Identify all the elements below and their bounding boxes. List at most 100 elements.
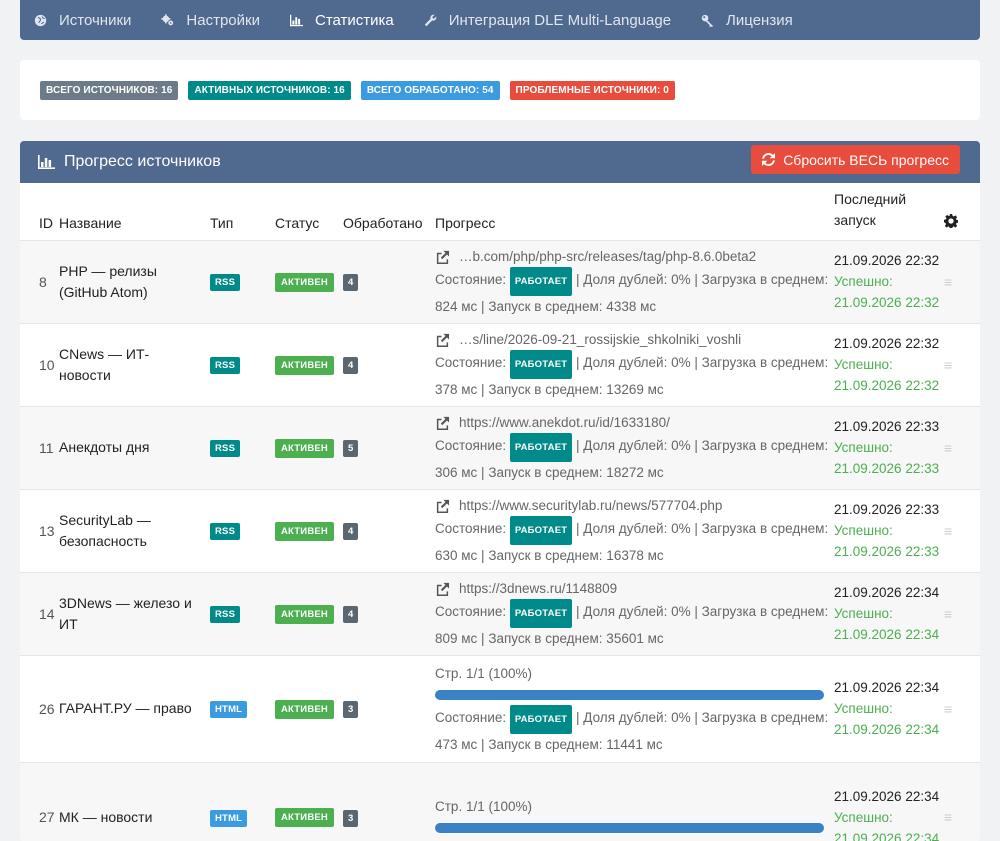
cell-name: SecurityLab — безопасность bbox=[59, 488, 210, 572]
row-handle-icon[interactable]: ≡ bbox=[944, 440, 952, 456]
row-handle-icon[interactable]: ≡ bbox=[944, 274, 952, 290]
sources-progress-panel: Прогресс источников Сбросить ВЕСЬ прогре… bbox=[20, 141, 980, 841]
state-badge: РАБОТАЕТ bbox=[509, 433, 573, 462]
nav-label: Лицензия bbox=[726, 11, 793, 29]
cell-name: ГАРАНТ.РУ — право bbox=[59, 654, 210, 762]
source-link[interactable]: https://3dnews.ru/1148809 bbox=[435, 578, 834, 599]
type-badge: RSS bbox=[210, 357, 241, 374]
source-link-text[interactable]: https://www.securitylab.ru/news/577704.p… bbox=[459, 495, 722, 516]
summary-panel: ВСЕГО ИСТОЧНИКОВ: 16 АКТИВНЫХ ИСТОЧНИКОВ… bbox=[20, 60, 980, 120]
stats-text: | Доля дублей: 0% | Загрузка в среднем: bbox=[576, 604, 829, 619]
source-link-text[interactable]: https://3dnews.ru/1148809 bbox=[459, 578, 617, 599]
gear-icon[interactable] bbox=[944, 213, 959, 231]
processed-count-badge: 4 bbox=[343, 523, 359, 540]
source-link-text[interactable]: https://www.anekdot.ru/id/1633180/ bbox=[459, 412, 670, 433]
nav-label: Интеграция DLE Multi-Language bbox=[448, 11, 672, 29]
cell-id: 14 bbox=[20, 571, 59, 655]
stats-text: | Доля дублей: 0% | Загрузка в среднем: bbox=[576, 355, 829, 370]
nav-item-statistics[interactable]: Статистика bbox=[289, 12, 394, 29]
progress-cell: …b.com/php/php-src/releases/tag/php-8.6.… bbox=[435, 246, 834, 317]
last-run-time: 21.09.2026 22:32 bbox=[834, 253, 940, 268]
cell-name: МК — новости bbox=[59, 761, 210, 841]
external-link-icon bbox=[436, 582, 450, 596]
table-row: 10 CNews — ИТ-новости RSS АКТИВЕН 4 …s/line/2… bbox=[20, 322, 980, 406]
status-badge: АКТИВЕН bbox=[275, 355, 334, 375]
status-badge: АКТИВЕН bbox=[275, 604, 334, 624]
type-badge: RSS bbox=[210, 274, 241, 291]
processed-count-badge: 3 bbox=[343, 809, 359, 827]
refresh-icon bbox=[762, 153, 776, 166]
stats-text: | Доля дублей: 0% | Загрузка в среднем: bbox=[576, 709, 829, 725]
nav-item-settings[interactable]: Настройки bbox=[161, 12, 260, 29]
last-run-time: 21.09.2026 22:33 bbox=[834, 502, 940, 517]
state-label: Состояние: bbox=[435, 709, 507, 725]
status-badge: АКТИВЕН bbox=[275, 699, 334, 719]
external-link-icon bbox=[436, 333, 450, 347]
result-status: Успешно: bbox=[834, 809, 893, 825]
result-time: 21.09.2026 22:34 bbox=[834, 722, 940, 737]
state-label: Состояние: bbox=[435, 604, 507, 619]
bar-chart-icon bbox=[289, 14, 303, 27]
col-header-status[interactable]: Статус bbox=[275, 183, 343, 240]
bar-chart-icon bbox=[38, 155, 55, 169]
stats-text: 473 мс | Запуск в среднем: 11441 мс bbox=[435, 736, 663, 752]
page-progress-text: Стр. 1/1 (100%) bbox=[435, 799, 532, 815]
reset-all-progress-button[interactable]: Сбросить ВЕСЬ прогресс bbox=[751, 145, 960, 174]
row-handle-icon[interactable]: ≡ bbox=[944, 523, 952, 539]
source-link[interactable]: https://www.anekdot.ru/id/1633180/ bbox=[435, 412, 834, 433]
reset-button-label: Сбросить ВЕСЬ прогресс bbox=[783, 151, 949, 168]
status-badge: АКТИВЕН bbox=[275, 272, 334, 292]
col-header-id[interactable]: ID bbox=[20, 183, 59, 240]
table-row: 11 Анекдоты дня RSS АКТИВЕН 5 https://www.ane… bbox=[20, 405, 980, 489]
source-link[interactable]: https://www.securitylab.ru/news/577704.p… bbox=[435, 495, 834, 516]
table-row: 13 SecurityLab — безопасность RSS АКТИВЕН 4 h… bbox=[20, 488, 980, 572]
result-time: 21.09.2026 22:34 bbox=[834, 627, 940, 642]
col-header-progress[interactable]: Прогресс bbox=[435, 183, 834, 240]
result-time: 21.09.2026 22:32 bbox=[834, 295, 940, 310]
page-progress-text: Стр. 1/1 (100%) bbox=[435, 665, 532, 681]
source-link[interactable]: …s/line/2026-09-21_rossijskie_shkolniki_… bbox=[435, 329, 834, 350]
last-run-time: 21.09.2026 22:34 bbox=[834, 788, 940, 804]
key-icon bbox=[701, 14, 714, 27]
source-link-text[interactable]: …b.com/php/php-src/releases/tag/php-8.6.… bbox=[459, 246, 756, 267]
row-handle-icon[interactable]: ≡ bbox=[944, 701, 952, 717]
type-badge: RSS bbox=[210, 440, 241, 457]
globe-icon bbox=[34, 14, 47, 27]
wrench-icon bbox=[424, 14, 437, 27]
top-nav: Источники Настройки Статистика Интеграци… bbox=[20, 0, 980, 40]
cell-id: 8 bbox=[20, 239, 59, 323]
nav-item-dle-integration[interactable]: Интеграция DLE Multi-Language bbox=[424, 12, 671, 29]
col-header-processed[interactable]: Обработано bbox=[343, 183, 435, 240]
last-run-time: 21.09.2026 22:33 bbox=[834, 419, 940, 434]
col-header-name[interactable]: Название bbox=[59, 183, 210, 240]
nav-item-sources[interactable]: Источники bbox=[34, 12, 131, 29]
cell-name: CNews — ИТ-новости bbox=[59, 322, 210, 406]
stats-text: 378 мс | Запуск в среднем: 13269 мс bbox=[435, 382, 664, 397]
result-time: 21.09.2026 22:34 bbox=[834, 830, 940, 841]
state-badge: РАБОТАЕТ bbox=[509, 704, 573, 734]
source-link[interactable]: …b.com/php/php-src/releases/tag/php-8.6.… bbox=[435, 246, 834, 267]
table-row: 14 3DNews — железо и ИТ RSS АКТИВЕН 4 https:/… bbox=[20, 571, 980, 655]
col-header-last-run[interactable]: Последний запуск bbox=[834, 183, 944, 240]
page-progress-bar bbox=[435, 823, 824, 834]
cell-name: Анекдоты дня bbox=[59, 405, 210, 489]
col-header-settings[interactable] bbox=[944, 183, 980, 240]
total-processed-badge: ВСЕГО ОБРАБОТАНО: 54 bbox=[360, 80, 500, 100]
page-progress-bar bbox=[435, 689, 824, 700]
nav-label: Настройки bbox=[186, 11, 260, 29]
type-badge: HTML bbox=[210, 701, 248, 718]
table-row: 27 МК — новости HTML АКТИВЕН 3 Стр. 1/1 (100%… bbox=[20, 761, 980, 841]
row-handle-icon[interactable]: ≡ bbox=[944, 357, 952, 373]
cogs-icon bbox=[161, 13, 174, 27]
nav-item-license[interactable]: Лицензия bbox=[701, 12, 793, 29]
processed-count-badge: 5 bbox=[343, 440, 359, 457]
col-header-type[interactable]: Тип bbox=[210, 183, 275, 240]
row-handle-icon[interactable]: ≡ bbox=[944, 606, 952, 622]
result-time: 21.09.2026 22:33 bbox=[834, 461, 940, 476]
source-link-text[interactable]: …s/line/2026-09-21_rossijskie_shkolniki_… bbox=[459, 329, 741, 350]
cell-id: 10 bbox=[20, 322, 59, 406]
stats-text: | Доля дублей: 0% | Загрузка в среднем: bbox=[576, 438, 829, 453]
stats-text: | Доля дублей: 0% | Загрузка в среднем: bbox=[576, 272, 829, 287]
processed-count-badge: 4 bbox=[343, 274, 359, 291]
external-link-icon bbox=[436, 250, 450, 264]
